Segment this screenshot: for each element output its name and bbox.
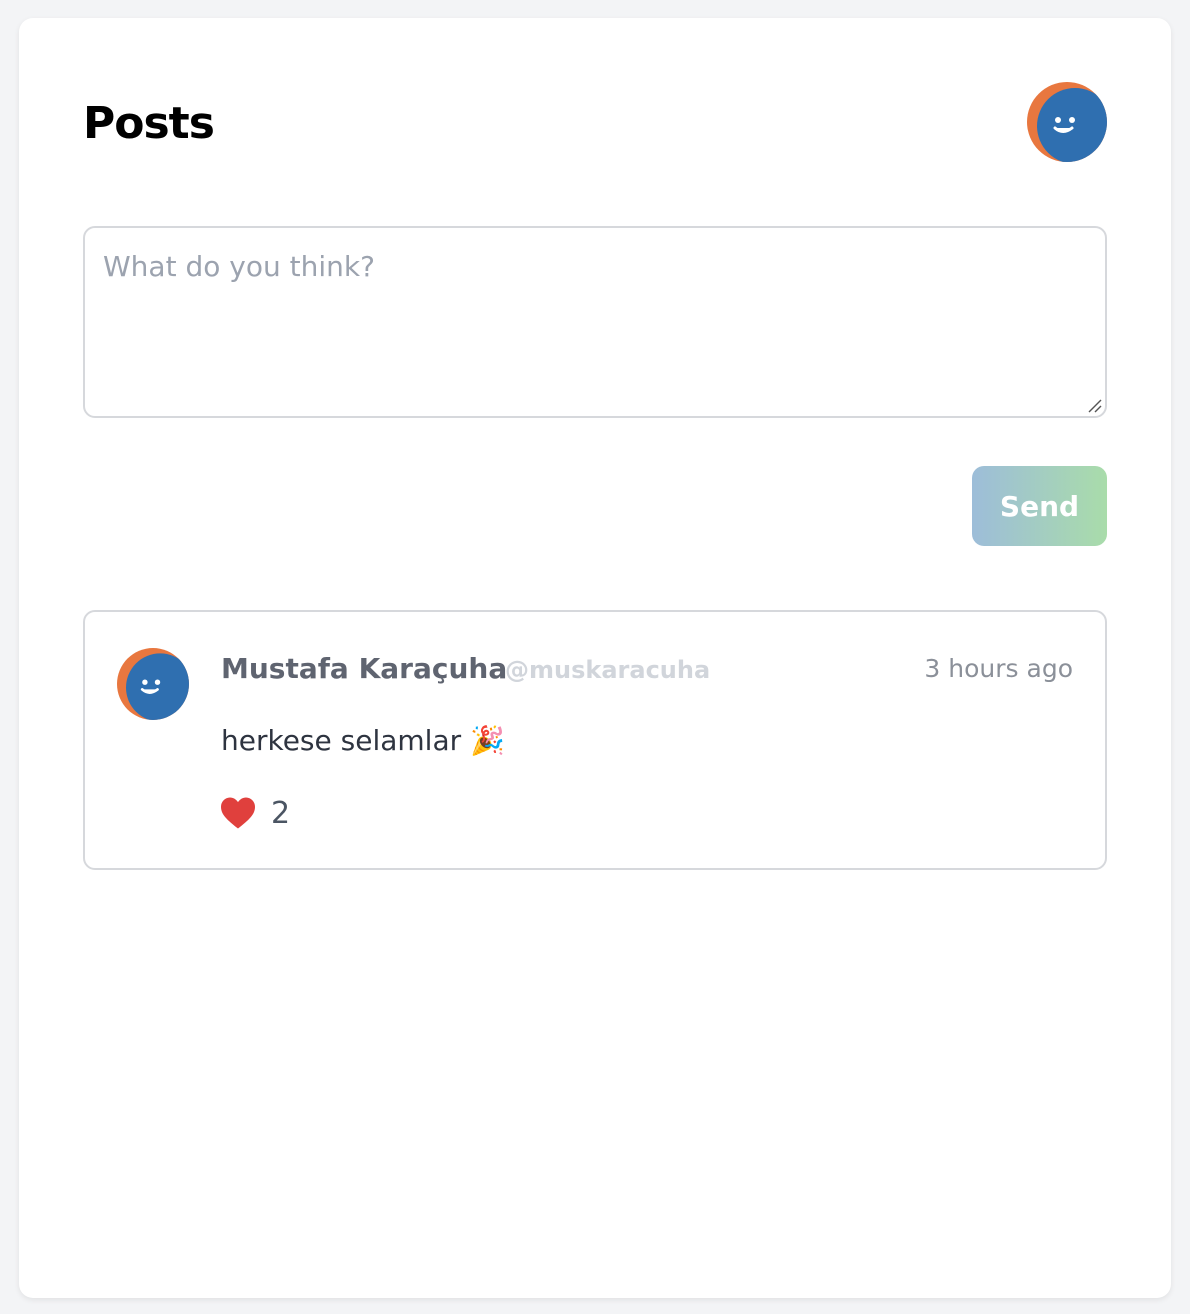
author-avatar[interactable] <box>117 648 189 720</box>
smiley-avatar-icon <box>117 648 189 720</box>
post-composer-input[interactable] <box>83 226 1107 418</box>
like-count: 2 <box>271 796 291 831</box>
author-handle[interactable]: @muskaracuha <box>505 656 710 684</box>
send-button[interactable]: Send <box>972 466 1107 546</box>
page-title: Posts <box>83 98 215 149</box>
post-timestamp: 3 hours ago <box>924 654 1073 683</box>
author-name[interactable]: Mustafa Karaçuha <box>221 652 507 685</box>
user-avatar[interactable] <box>1027 82 1107 162</box>
post-body: herkese selamlar 🎉 <box>221 724 505 757</box>
smiley-avatar-icon <box>1027 82 1107 162</box>
like-group: 2 <box>219 794 309 834</box>
post-card: Mustafa Karaçuha @muskaracuha 3 hours ag… <box>83 610 1107 870</box>
header: Posts <box>83 82 1107 162</box>
resize-handle-icon[interactable] <box>1087 398 1103 414</box>
posts-card: Posts Send Mustafa Karaçuha <box>19 18 1171 1298</box>
heart-icon[interactable] <box>219 796 257 830</box>
